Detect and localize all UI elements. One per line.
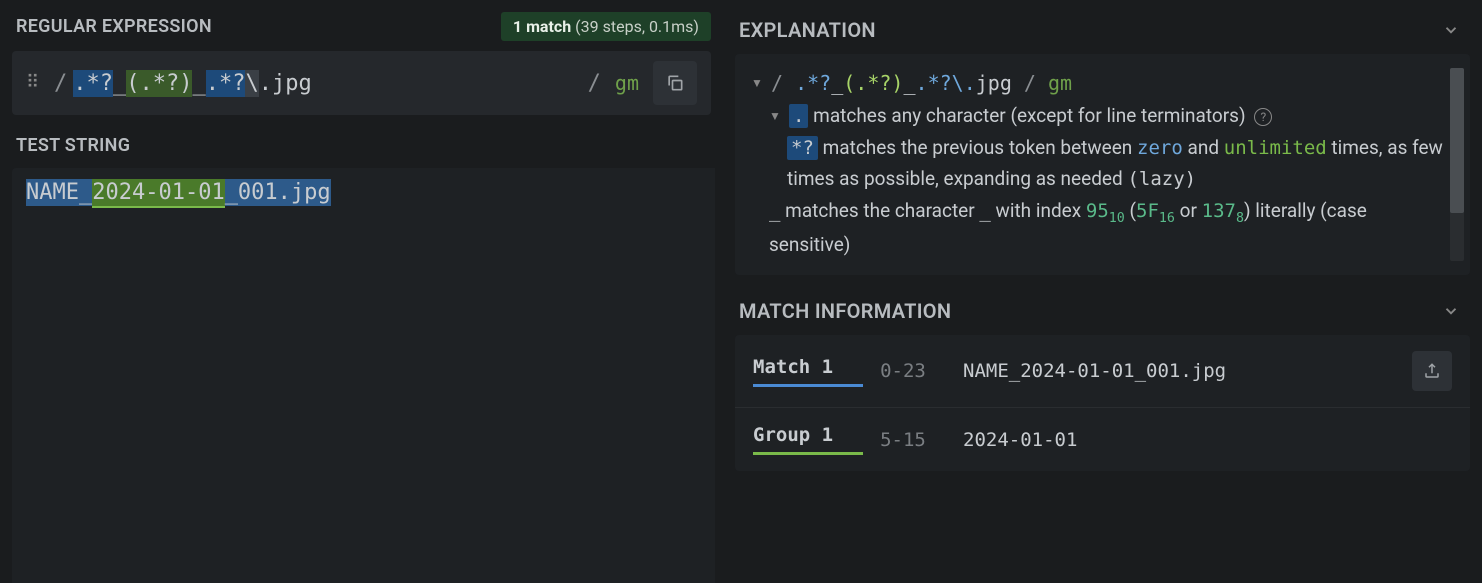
- regex-input-box[interactable]: ⠿ / .*?_(.*?)_.*?\.jpg / gm: [12, 51, 711, 115]
- explanation-scrollbar[interactable]: [1450, 68, 1464, 261]
- regex-flags[interactable]: gm: [615, 71, 639, 95]
- match-label: Match 1: [753, 356, 863, 387]
- group-value: 2024-01-01: [943, 429, 1452, 451]
- match-row[interactable]: Match 1 0-23 NAME_2024-01-01_001.jpg: [735, 335, 1470, 408]
- regex-options-icon[interactable]: ⠿: [26, 74, 40, 92]
- match-value: NAME_2024-01-01_001.jpg: [943, 360, 1412, 382]
- regex-header: REGULAR EXPRESSION 1 match (39 steps, 0.…: [12, 12, 715, 51]
- export-match-button[interactable]: [1412, 351, 1452, 391]
- match-info-panel: MATCH INFORMATION Match 1 0-23 NAME_2024…: [735, 293, 1470, 471]
- group-row[interactable]: Group 1 5-15 2024-01-01: [735, 408, 1470, 471]
- match-info-body: Match 1 0-23 NAME_2024-01-01_001.jpg Gro…: [735, 335, 1470, 471]
- caret-toggle[interactable]: ▼: [769, 101, 783, 126]
- group-label: Group 1: [753, 424, 863, 455]
- explanation-line: . matches any character (except for line…: [789, 101, 1272, 131]
- scrollbar-thumb[interactable]: [1450, 68, 1464, 213]
- regex-section-title: REGULAR EXPRESSION: [16, 16, 212, 37]
- explanation-regex-summary: / .*?_(.*?)_.*?\.jpg / gm: [771, 68, 1072, 99]
- collapse-explanation-button[interactable]: [1442, 21, 1460, 39]
- copy-icon: [665, 73, 685, 93]
- collapse-match-info-button[interactable]: [1442, 302, 1460, 320]
- copy-regex-button[interactable]: [653, 61, 697, 105]
- explanation-title: EXPLANATION: [739, 18, 876, 42]
- caret-toggle[interactable]: ▼: [751, 68, 765, 93]
- export-icon: [1423, 362, 1441, 380]
- explanation-line: *? matches the previous token between ze…: [787, 133, 1444, 194]
- regex-pattern[interactable]: .*?_(.*?)_.*?\.jpg: [73, 70, 581, 97]
- test-string-line: NAME_2024-01-01_001.jpg: [26, 179, 331, 208]
- match-info-title: MATCH INFORMATION: [739, 299, 951, 323]
- explanation-line: _ matches the character _ with index 951…: [769, 196, 1444, 259]
- regex-open-delim: /: [54, 71, 67, 96]
- test-string-title: TEST STRING: [12, 129, 715, 168]
- group-range: 5-15: [863, 429, 943, 451]
- test-string-input[interactable]: NAME_2024-01-01_001.jpg: [12, 168, 715, 583]
- explanation-body: ▼ / .*?_(.*?)_.*?\.jpg / gm ▼ . matches …: [735, 54, 1470, 275]
- chevron-down-icon: [1442, 302, 1460, 320]
- match-range: 0-23: [863, 360, 943, 382]
- match-summary-badge: 1 match (39 steps, 0.1ms): [501, 12, 711, 41]
- explanation-panel: EXPLANATION ▼ / .*?_(.*?)_.*?\.jpg / gm …: [735, 12, 1470, 275]
- chevron-down-icon: [1442, 21, 1460, 39]
- regex-close-delim: /: [588, 71, 601, 96]
- help-icon[interactable]: ?: [1254, 108, 1272, 126]
